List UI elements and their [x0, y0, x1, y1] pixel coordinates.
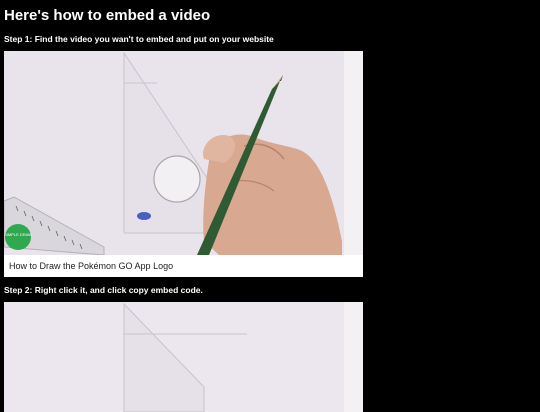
video-embed-1[interactable]: SIMPLE DRAW How to Draw the Pokémon GO A…: [4, 51, 363, 277]
video-caption[interactable]: How to Draw the Pokémon GO App Logo: [4, 255, 363, 277]
page-title: Here's how to embed a video: [4, 7, 211, 24]
video-thumbnail[interactable]: [4, 302, 363, 412]
step-2-label: Step 2: Right click it, and click copy e…: [4, 285, 203, 295]
svg-text:SIMPLE DRAW: SIMPLE DRAW: [4, 232, 32, 237]
circle-drawing: [153, 155, 201, 203]
video-embed-2[interactable]: [4, 302, 363, 412]
step-1-label: Step 1: Find the video you wan't to embe…: [4, 34, 274, 44]
video-thumbnail[interactable]: SIMPLE DRAW: [4, 51, 363, 255]
